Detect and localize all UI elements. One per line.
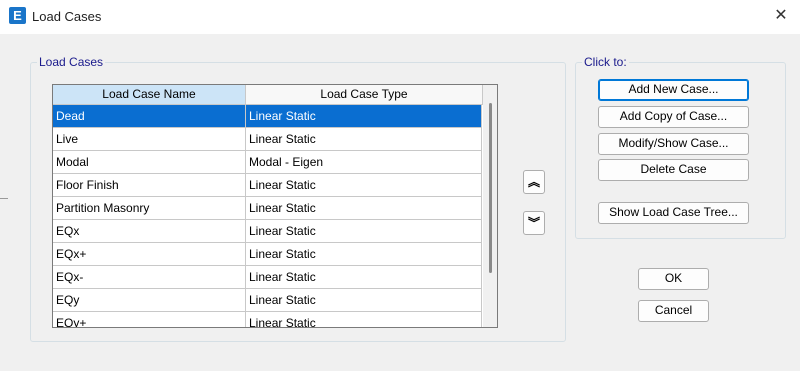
load-case-name-cell: EQx [53, 220, 246, 243]
load-case-type-cell: Linear Static [246, 197, 482, 220]
load-case-type-cell: Linear Static [246, 174, 482, 197]
table-row[interactable]: EQx+ Linear Static [53, 243, 482, 266]
table-row[interactable]: Modal Modal - Eigen [53, 151, 482, 174]
column-header-name[interactable]: Load Case Name [53, 85, 246, 105]
window-title: Load Cases [32, 9, 102, 24]
load-case-name-cell: EQy [53, 289, 246, 312]
load-case-type-cell: Linear Static [246, 128, 482, 151]
show-load-case-tree-button[interactable]: Show Load Case Tree... [598, 202, 749, 224]
ok-button[interactable]: OK [638, 268, 709, 290]
background-window-edge [0, 198, 8, 199]
load-case-name-cell: EQy+ [53, 312, 246, 327]
load-case-name-cell: Dead [53, 105, 246, 128]
delete-case-button[interactable]: Delete Case [598, 159, 749, 181]
double-chevron-down-icon: ︾ [527, 216, 540, 230]
double-chevron-up-icon: ︽ [527, 175, 540, 189]
table-row[interactable]: Live Linear Static [53, 128, 482, 151]
load-case-name-cell: Partition Masonry [53, 197, 246, 220]
load-case-type-cell: Linear Static [246, 220, 482, 243]
load-case-type-cell: Linear Static [246, 266, 482, 289]
load-case-name-cell: Live [53, 128, 246, 151]
load-case-name-cell: EQx+ [53, 243, 246, 266]
load-case-name-cell: Modal [53, 151, 246, 174]
title-bar: E Load Cases ✕ [0, 0, 800, 34]
load-case-type-cell: Linear Static [246, 289, 482, 312]
load-case-type-cell: Linear Static [246, 243, 482, 266]
table-vertical-scrollbar[interactable] [483, 85, 497, 327]
load-cases-group-label: Load Cases [37, 55, 106, 69]
table-row[interactable]: EQy+ Linear Static [53, 312, 482, 327]
load-case-type-cell: Modal - Eigen [246, 151, 482, 174]
table-row[interactable]: Floor Finish Linear Static [53, 174, 482, 197]
column-header-type[interactable]: Load Case Type [246, 85, 483, 105]
load-case-type-cell: Linear Static [246, 105, 482, 128]
click-to-group-label: Click to: [582, 55, 629, 69]
add-new-case-button[interactable]: Add New Case... [598, 79, 749, 101]
close-icon[interactable]: ✕ [766, 2, 796, 30]
load-case-name-cell: EQx- [53, 266, 246, 289]
add-copy-of-case-button[interactable]: Add Copy of Case... [598, 106, 749, 128]
move-down-button[interactable]: ︾ [523, 211, 545, 235]
app-icon: E [9, 7, 26, 24]
load-case-type-cell: Linear Static [246, 312, 482, 327]
modify-show-case-button[interactable]: Modify/Show Case... [598, 133, 749, 155]
table-row[interactable]: Dead Linear Static [53, 105, 482, 128]
table-row[interactable]: Partition Masonry Linear Static [53, 197, 482, 220]
load-cases-table: Load Case Name Load Case Type Dead Linea… [52, 84, 498, 328]
scrollbar-thumb[interactable] [489, 103, 492, 273]
load-case-name-cell: Floor Finish [53, 174, 246, 197]
table-row[interactable]: EQx Linear Static [53, 220, 482, 243]
cancel-button[interactable]: Cancel [638, 300, 709, 322]
table-row[interactable]: EQx- Linear Static [53, 266, 482, 289]
table-row[interactable]: EQy Linear Static [53, 289, 482, 312]
move-up-button[interactable]: ︽ [523, 170, 545, 194]
